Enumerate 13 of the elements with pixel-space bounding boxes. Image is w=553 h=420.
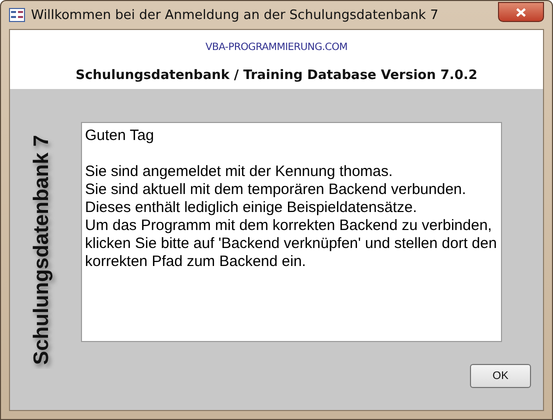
header-title: Schulungsdatenbank / Training Database Version 7.0.2 xyxy=(76,68,478,83)
website-link[interactable]: VBA-PROGRAMMIERUNG.COM xyxy=(206,42,348,53)
close-icon xyxy=(516,8,526,16)
form-icon xyxy=(9,8,25,22)
message-text: Dieses enthält lediglich einige Beispieldatensätze. xyxy=(85,199,418,217)
message-text: Guten Tag xyxy=(85,127,155,145)
message-text: Sie sind aktuell mit dem temporären Backend verbunden. xyxy=(85,181,468,199)
message-text: Sie sind angemeldet mit der Kennung thomas. xyxy=(85,163,394,181)
message-text: Um das Programm mit dem korrekten Backend zu verbinden, klicken Sie bitte auf 'Backend verknüpfen' und stellen dort den korrekten Pfad zum Backend ein. xyxy=(85,217,498,271)
ok-button[interactable]: OK xyxy=(470,364,531,388)
side-label: Schulungsdatenbank 7 xyxy=(30,134,54,364)
window-title: Willkommen bei der Anmeldung an der Schulungsdatenbank 7 xyxy=(31,8,440,22)
close-button[interactable] xyxy=(498,2,544,22)
